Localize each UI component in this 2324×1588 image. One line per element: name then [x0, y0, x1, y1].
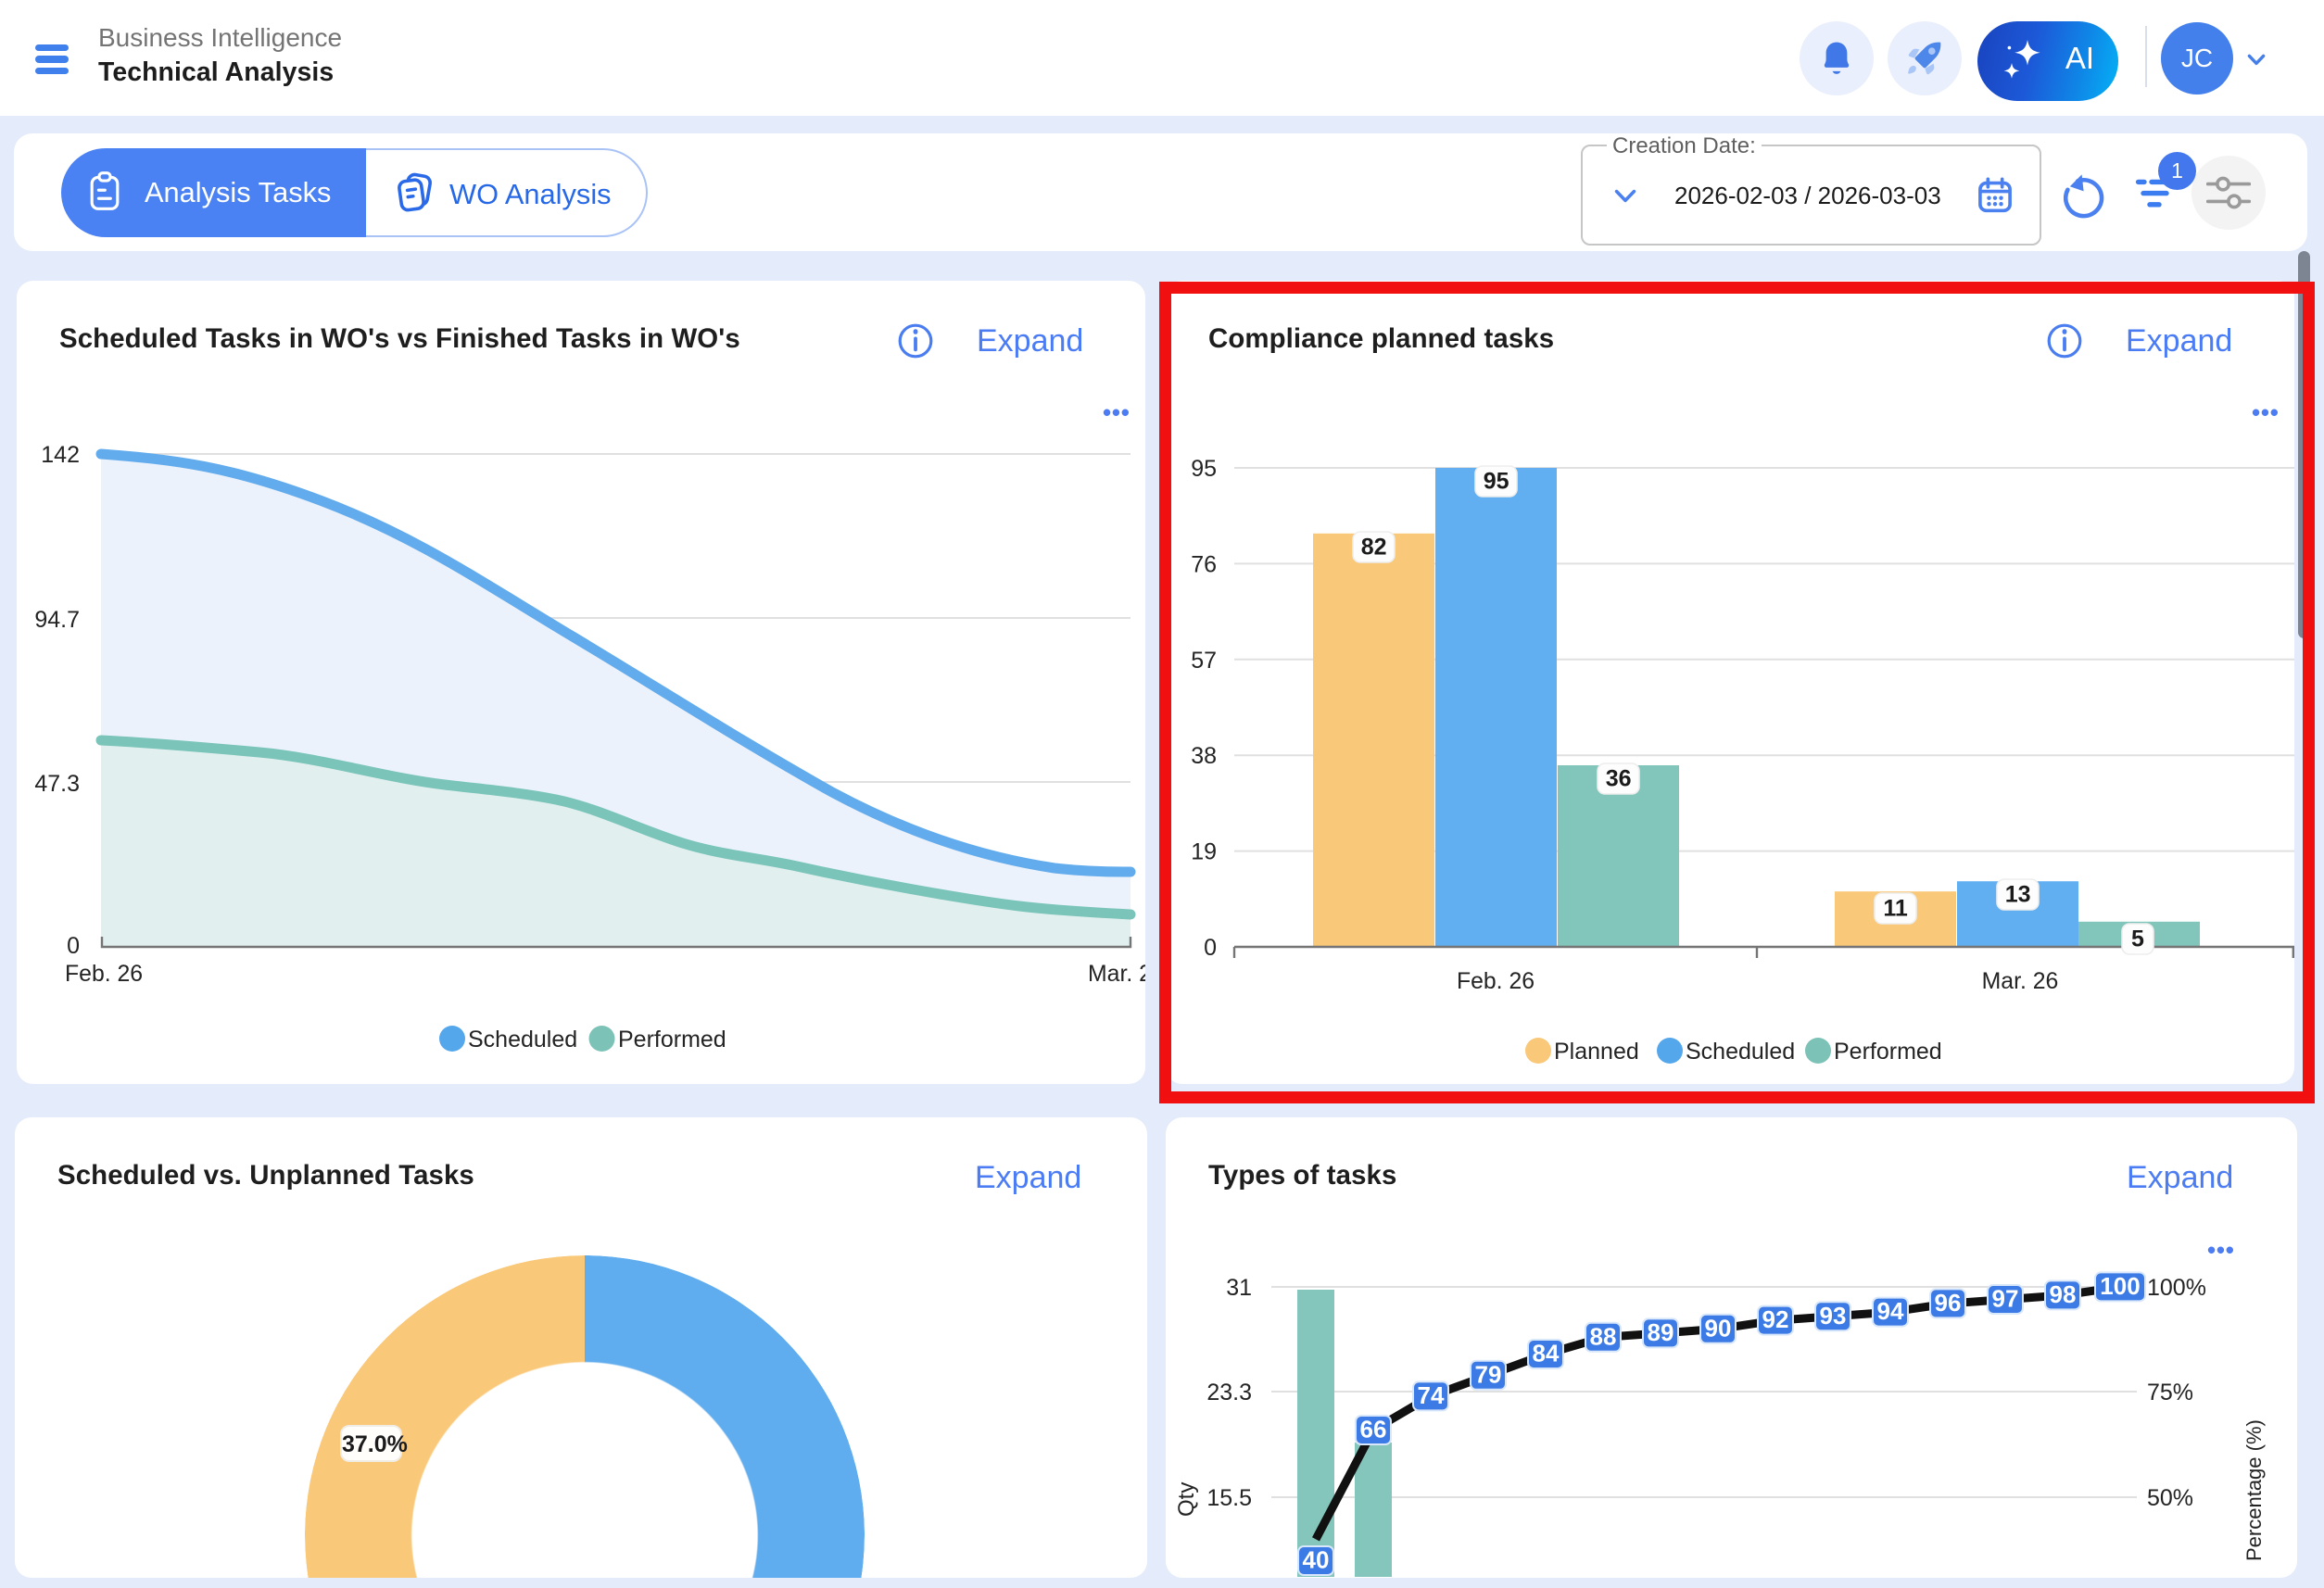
- svg-text:75%: 75%: [2147, 1380, 2193, 1405]
- svg-text:100: 100: [2100, 1272, 2140, 1300]
- svg-text:Performed: Performed: [618, 1027, 726, 1052]
- svg-text:142: 142: [41, 442, 80, 468]
- svg-text:89: 89: [1648, 1318, 1674, 1346]
- svg-text:50%: 50%: [2147, 1485, 2193, 1511]
- svg-text:88: 88: [1590, 1322, 1617, 1350]
- svg-text:31: 31: [1226, 1275, 1252, 1301]
- svg-text:74: 74: [1418, 1381, 1445, 1409]
- svg-text:92: 92: [1762, 1305, 1789, 1333]
- svg-text:84: 84: [1533, 1340, 1560, 1367]
- svg-text:66: 66: [1360, 1416, 1387, 1443]
- svg-text:15.5: 15.5: [1206, 1485, 1252, 1511]
- svg-text:23.3: 23.3: [1206, 1380, 1252, 1405]
- svg-text:Scheduled: Scheduled: [468, 1027, 577, 1052]
- svg-text:97: 97: [1992, 1285, 2019, 1313]
- svg-text:98: 98: [2050, 1280, 2077, 1308]
- svg-text:79: 79: [1475, 1360, 1502, 1388]
- svg-text:Feb. 26: Feb. 26: [65, 962, 143, 987]
- svg-text:40: 40: [1303, 1546, 1330, 1574]
- svg-text:93: 93: [1820, 1302, 1847, 1330]
- svg-text:Qty: Qty: [1174, 1482, 1199, 1517]
- svg-text:0: 0: [67, 933, 80, 959]
- svg-text:96: 96: [1935, 1289, 1962, 1317]
- svg-text:47.3: 47.3: [34, 771, 80, 797]
- svg-text:90: 90: [1705, 1314, 1732, 1342]
- svg-text:94.7: 94.7: [34, 607, 80, 633]
- svg-text:94: 94: [1877, 1297, 1904, 1325]
- svg-text:100%: 100%: [2147, 1275, 2206, 1301]
- svg-text:Mar. 28: Mar. 28: [1088, 962, 1145, 987]
- svg-text:Percentage (%): Percentage (%): [2242, 1419, 2266, 1561]
